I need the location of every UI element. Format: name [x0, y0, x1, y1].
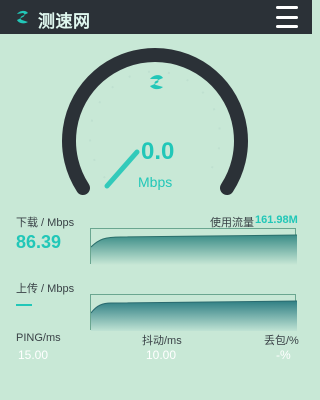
ping-label: PING/ms	[16, 332, 61, 344]
upload-sparkline	[90, 300, 298, 331]
top-bar: 测速网	[0, 0, 312, 34]
s-swoosh-logo-icon	[12, 6, 34, 28]
download-label: 下载 / Mbps	[16, 217, 75, 229]
jitter-label: 抖动/ms	[142, 335, 182, 347]
download-sparkline	[90, 234, 298, 265]
hamburger-menu-icon[interactable]	[276, 6, 298, 28]
upload-label: 上传 / Mbps	[16, 283, 75, 295]
download-mini-chart	[90, 228, 298, 265]
upload-speed-placeholder	[16, 304, 32, 306]
current-speed-value: 0.0	[141, 138, 175, 165]
current-speed-unit: Mbps	[138, 174, 173, 190]
ping-value: 15.00	[18, 348, 49, 362]
packet-loss-label: 丢包/%	[264, 335, 299, 347]
upload-mini-chart	[90, 294, 298, 331]
download-speed-value: 86.39	[16, 232, 62, 252]
data-usage-value: 161.98M	[255, 214, 298, 226]
packet-loss-value: -%	[276, 348, 291, 362]
app-title: 测速网	[38, 12, 91, 31]
jitter-value: 10.00	[146, 348, 177, 362]
s-swoosh-icon	[150, 75, 163, 90]
bottom-stats: PING/ms 15.00 抖动/ms 10.00 丢包/% -%	[0, 330, 312, 370]
